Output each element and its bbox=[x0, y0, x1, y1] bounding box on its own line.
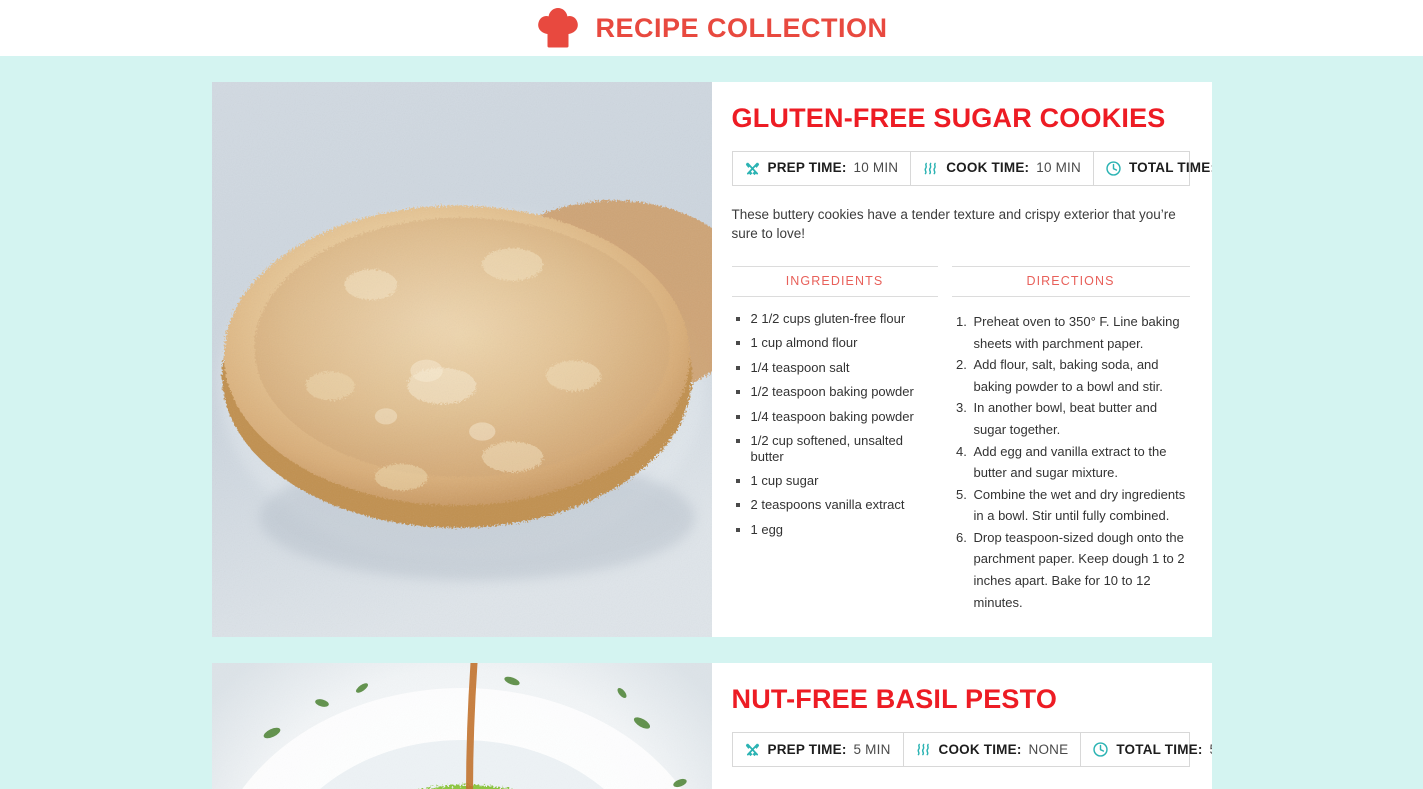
list-item: 2 teaspoons vanilla extract bbox=[735, 497, 938, 513]
recipe-card[interactable]: GLUTEN-FREE SUGAR COOKIES PREP TIME: 10 … bbox=[211, 82, 1212, 638]
total-time-cell: TOTAL TIME: 20 MIN bbox=[1094, 152, 1212, 185]
list-item: 1 cup sugar bbox=[735, 473, 938, 489]
list-item: Add flour, salt, baking soda, and baking… bbox=[971, 354, 1190, 397]
steam-icon bbox=[915, 741, 932, 758]
utensils-icon bbox=[744, 741, 761, 758]
time-strip: PREP TIME: 5 MIN COOK TIME: NONE TOTAL T… bbox=[731, 731, 1212, 767]
page-title: RECIPE COLLECTION bbox=[595, 12, 888, 43]
recipe-description: These buttery cookies have a tender text… bbox=[731, 206, 1176, 242]
cook-time-cell: COOK TIME: NONE bbox=[904, 732, 1082, 766]
recipe-content: NUT-FREE BASIL PESTO PREP TIME: 5 MIN CO… bbox=[712, 663, 1212, 789]
directions-column: DIRECTIONS Preheat oven to 350° F. Line … bbox=[951, 266, 1190, 613]
ingredients-column: INGREDIENTS 2 1/2 cups gluten-free flour… bbox=[731, 266, 938, 613]
recipe-title: NUT-FREE BASIL PESTO bbox=[731, 684, 1058, 715]
list-item: Drop teaspoon-sized dough onto the parch… bbox=[971, 527, 1190, 613]
site-header: RECIPE COLLECTION bbox=[0, 0, 1423, 56]
directions-list: Preheat oven to 350° F. Line baking shee… bbox=[954, 311, 1190, 613]
prep-time-value: 10 MIN bbox=[853, 160, 899, 176]
list-item: 1/4 teaspoon salt bbox=[735, 360, 938, 376]
list-item: 1/4 teaspoon baking powder bbox=[735, 409, 938, 425]
list-item: 1 egg bbox=[735, 522, 938, 538]
clock-icon bbox=[1105, 160, 1122, 177]
utensils-icon bbox=[744, 160, 761, 177]
list-item: Preheat oven to 350° F. Line baking shee… bbox=[971, 311, 1190, 354]
prep-time-value: 5 MIN bbox=[853, 741, 891, 757]
clock-icon bbox=[1092, 741, 1109, 758]
ingredients-heading: INGREDIENTS bbox=[731, 266, 938, 298]
directions-heading: DIRECTIONS bbox=[951, 266, 1190, 298]
cook-time-label: COOK TIME: bbox=[938, 741, 1022, 757]
recipe-list: GLUTEN-FREE SUGAR COOKIES PREP TIME: 10 … bbox=[0, 56, 1423, 789]
ingredients-list: 2 1/2 cups gluten-free flour 1 cup almon… bbox=[732, 311, 938, 538]
list-item: 1/2 cup softened, unsalted butter bbox=[735, 433, 938, 465]
prep-time-label: PREP TIME: bbox=[767, 160, 847, 176]
recipe-title: GLUTEN-FREE SUGAR COOKIES bbox=[731, 103, 1166, 133]
prep-time-cell: PREP TIME: 10 MIN bbox=[733, 151, 912, 185]
prep-time-cell: PREP TIME: 5 MIN bbox=[733, 732, 904, 766]
total-time-label: TOTAL TIME: bbox=[1128, 160, 1212, 176]
chef-hat-icon bbox=[535, 7, 581, 51]
recipe-image-cookies bbox=[211, 82, 712, 638]
list-item: 1 cup almond flour bbox=[735, 335, 938, 351]
prep-time-label: PREP TIME: bbox=[767, 741, 847, 757]
recipe-image-pesto bbox=[211, 663, 712, 789]
total-time-label: TOTAL TIME: bbox=[1116, 741, 1203, 757]
steam-icon bbox=[922, 160, 939, 177]
list-item: In another bowl, beat butter and sugar t… bbox=[971, 397, 1190, 440]
recipe-columns: INGREDIENTS 2 1/2 cups gluten-free flour… bbox=[731, 266, 1190, 613]
total-time-value: 5 MIN bbox=[1210, 743, 1212, 757]
list-item: Add egg and vanilla extract to the butte… bbox=[971, 441, 1190, 484]
total-time-cell: TOTAL TIME: 5 MIN bbox=[1081, 733, 1212, 766]
list-item: 2 1/2 cups gluten-free flour bbox=[735, 311, 938, 327]
cook-time-label: COOK TIME: bbox=[946, 160, 1030, 176]
cook-time-value: NONE bbox=[1028, 741, 1069, 757]
recipe-content: GLUTEN-FREE SUGAR COOKIES PREP TIME: 10 … bbox=[712, 82, 1212, 637]
recipe-card[interactable]: NUT-FREE BASIL PESTO PREP TIME: 5 MIN CO… bbox=[211, 663, 1212, 789]
time-strip: PREP TIME: 10 MIN COOK TIME: 10 MIN TOTA… bbox=[731, 150, 1212, 186]
cook-time-cell: COOK TIME: 10 MIN bbox=[911, 151, 1094, 185]
list-item: Combine the wet and dry ingredients in a… bbox=[971, 484, 1190, 527]
list-item: 1/2 teaspoon baking powder bbox=[735, 384, 938, 400]
cook-time-value: 10 MIN bbox=[1036, 160, 1081, 176]
